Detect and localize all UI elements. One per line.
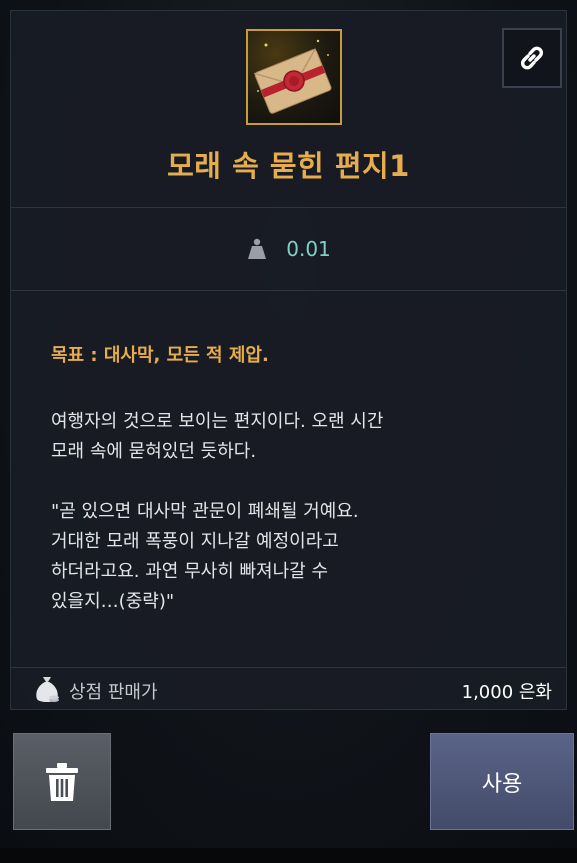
weight-icon: [248, 238, 267, 259]
item-tooltip-screen: 모래 속 묻힌 편지1 0.01 목표 : 대사막, 모든 적 제압. 여행자의…: [0, 0, 577, 863]
delete-item-button[interactable]: [13, 733, 111, 830]
trash-icon: [46, 762, 78, 801]
description-paragraph: 여행자의 것으로 보이는 편지이다. 오랜 시간 모래 속에 묻혀있던 듯하다.: [51, 411, 384, 462]
shop-price-row: 상점 판매가 1,000 은화: [11, 667, 566, 711]
sealed-letter-icon: [246, 29, 342, 125]
objective-text: 목표 : 대사막, 모든 적 제압.: [51, 345, 269, 366]
item-detail-panel: 모래 속 묻힌 편지1 0.01 목표 : 대사막, 모든 적 제압. 여행자의…: [10, 10, 567, 710]
link-icon: [520, 46, 544, 70]
background-strip: [0, 848, 577, 863]
shop-price-label: 상점 판매가: [69, 682, 158, 703]
weight-value: 0.01: [286, 237, 331, 261]
use-item-button[interactable]: 사용: [430, 733, 574, 830]
item-header: 모래 속 묻힌 편지1: [11, 11, 566, 208]
item-description: 목표 : 대사막, 모든 적 제압. 여행자의 것으로 보이는 편지이다. 오랜…: [51, 341, 531, 647]
item-title: 모래 속 묻힌 편지1: [167, 149, 410, 183]
copy-link-button[interactable]: [502, 28, 562, 88]
weight-row: 0.01: [11, 208, 566, 291]
shop-price-value: 1,000 은화: [461, 682, 552, 703]
money-bag-icon: [36, 677, 59, 702]
letter-quote-paragraph: "곧 있으면 대사막 관문이 폐쇄될 거예요. 거대한 모래 폭풍이 지나갈 예…: [51, 501, 359, 612]
